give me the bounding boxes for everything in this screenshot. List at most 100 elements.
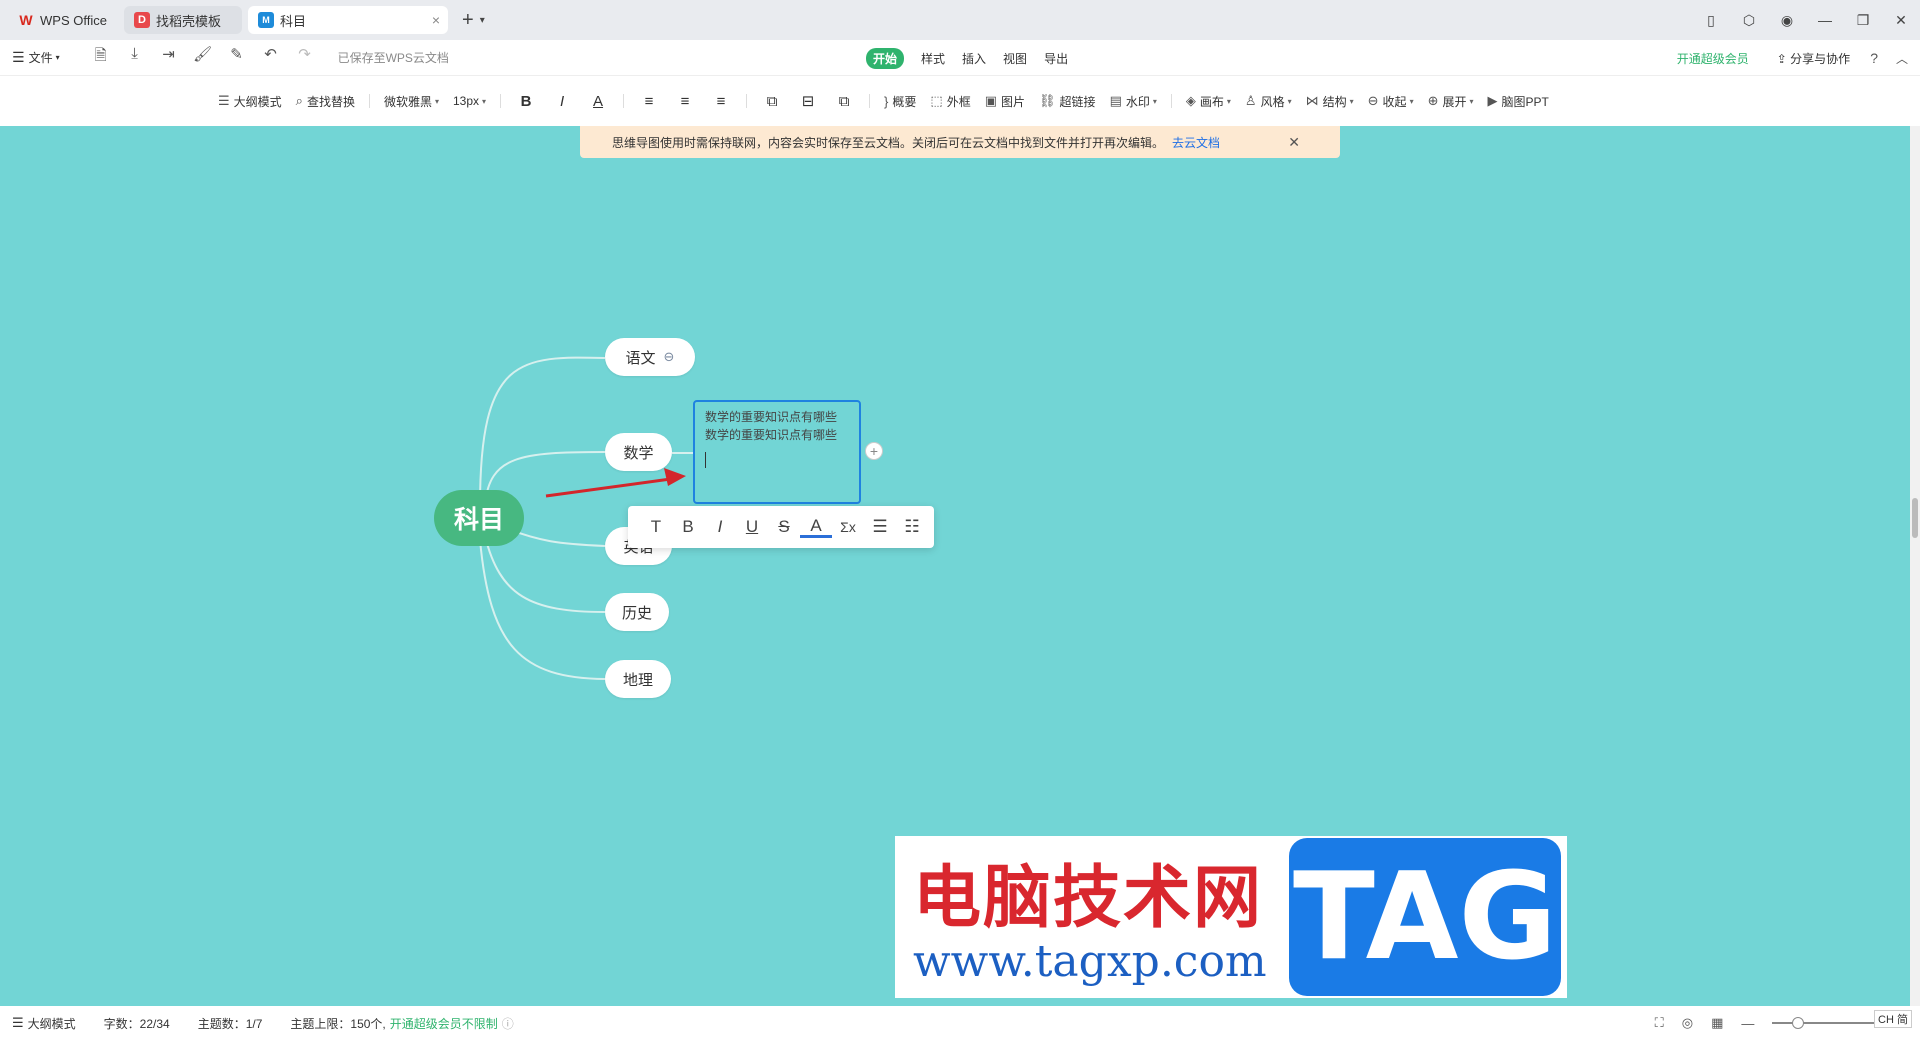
- expand-button[interactable]: ⊕ 展开 ▾: [1428, 93, 1474, 110]
- chevron-down-icon: ▾: [1349, 96, 1354, 106]
- locate-icon[interactable]: ◎: [1682, 1015, 1693, 1031]
- tab-template[interactable]: D 找稻壳模板: [124, 6, 242, 34]
- minus-circle-icon: ⊖: [1367, 93, 1379, 108]
- file-menu[interactable]: ☰ 文件 ▾: [12, 49, 60, 66]
- restore-icon[interactable]: ❐: [1844, 12, 1882, 29]
- map-icon[interactable]: ▦: [1711, 1015, 1723, 1031]
- help-icon[interactable]: ?: [1870, 50, 1878, 66]
- align-left-icon[interactable]: ≡: [638, 93, 660, 110]
- canvas-button[interactable]: ◈ 画布 ▾: [1186, 93, 1231, 110]
- strikethrough-icon[interactable]: S: [768, 517, 800, 537]
- vip-link[interactable]: 开通超级会员: [1677, 50, 1749, 67]
- chevron-down-icon: ▾: [1226, 96, 1231, 106]
- hyperlink-button[interactable]: ⛓ 超链接: [1039, 93, 1096, 110]
- formula-icon[interactable]: Σx: [832, 519, 864, 535]
- font-select[interactable]: 微软雅黑 ▾: [384, 93, 439, 110]
- cube-icon[interactable]: ⬡: [1730, 12, 1768, 29]
- zoom-out-icon[interactable]: —: [1741, 1016, 1754, 1031]
- info-icon[interactable]: ⓘ: [502, 1015, 514, 1032]
- export-icon[interactable]: ⇥: [152, 45, 186, 70]
- text-color-icon[interactable]: A: [800, 516, 832, 538]
- node-lishi[interactable]: 历史: [605, 593, 669, 631]
- outline-mode-button[interactable]: ☰ 大纲模式: [218, 93, 282, 110]
- tab-bar: W WPS Office D 找稻壳模板 M 科目 × + ▾ ▯ ⬡ ◉ — …: [0, 0, 1920, 40]
- share-button[interactable]: ⇪ 分享与协作: [1777, 50, 1850, 67]
- text-style-icon[interactable]: T: [640, 517, 672, 537]
- format-painter-icon[interactable]: 🖌: [186, 45, 220, 70]
- pen-icon[interactable]: ✎: [220, 45, 254, 70]
- frame-button[interactable]: ⬚ 外框: [930, 93, 970, 110]
- insert-child-icon[interactable]: ⧉: [761, 93, 783, 110]
- zoom-knob[interactable]: [1792, 1017, 1805, 1029]
- underline-icon[interactable]: U: [736, 517, 768, 537]
- insert-sibling-icon[interactable]: ⊟: [797, 92, 819, 110]
- connector-yuwen: [479, 356, 606, 507]
- tab-view[interactable]: 视图: [1003, 50, 1027, 67]
- font-size-select[interactable]: 13px ▾: [453, 94, 486, 108]
- summary-button[interactable]: } 概要: [884, 93, 916, 110]
- chevron-down-icon: ▾: [1287, 96, 1292, 106]
- connector-dili: [479, 539, 606, 680]
- vertical-scrollbar[interactable]: [1910, 126, 1920, 1006]
- style-button[interactable]: ♙ 风格 ▾: [1245, 93, 1292, 110]
- vip-unlimited-link[interactable]: 开通超级会员不限制: [390, 1015, 498, 1032]
- link-icon[interactable]: ⊖: [664, 349, 675, 365]
- numbered-list-icon[interactable]: ☷: [896, 517, 928, 537]
- new-tab-button[interactable]: +: [462, 9, 474, 32]
- node-edit-textbox[interactable]: 数学的重要知识点有哪些 数学的重要知识点有哪些: [693, 400, 861, 504]
- tab-mindmap[interactable]: M 科目 ×: [248, 6, 448, 34]
- align-right-icon[interactable]: ≡: [710, 93, 732, 110]
- fit-screen-icon[interactable]: ⛶: [1655, 1015, 1664, 1031]
- font-color-icon[interactable]: A: [587, 93, 609, 110]
- save-icon[interactable]: 🗎: [84, 45, 118, 70]
- collapse-ribbon-icon[interactable]: ︿: [1896, 50, 1908, 67]
- node-dili[interactable]: 地理: [605, 660, 671, 698]
- watermark-button[interactable]: ▤ 水印 ▾: [1110, 93, 1157, 110]
- node-yuwen[interactable]: 语文 ⊖: [605, 338, 695, 376]
- mindmap-ppt-button[interactable]: ▶ 脑图PPT: [1488, 93, 1549, 110]
- find-replace-button[interactable]: ⌕ 查找替换: [296, 93, 355, 110]
- status-outline-mode[interactable]: ☰ 大纲模式: [12, 1015, 76, 1032]
- mindmap-canvas[interactable]: 思维导图使用时需保持联网，内容会实时保存至云文档。关闭后可在云文档中找到文件并打…: [0, 126, 1910, 1006]
- divider: [368, 94, 370, 108]
- insert-parent-icon[interactable]: ⧉: [833, 93, 855, 110]
- layout-icon[interactable]: ▯: [1692, 12, 1730, 29]
- tab-export[interactable]: 导出: [1044, 50, 1068, 67]
- status-outline-label: 大纲模式: [27, 1016, 76, 1031]
- undo-icon[interactable]: ↶: [254, 45, 288, 70]
- redo-icon[interactable]: ↷: [288, 45, 322, 70]
- tab-insert[interactable]: 插入: [962, 50, 986, 67]
- topic-limit: 主题上限：150个, 开通超级会员不限制 ⓘ: [290, 1015, 513, 1032]
- tab-style[interactable]: 样式: [921, 50, 945, 67]
- avatar[interactable]: ◉: [1768, 12, 1806, 29]
- window-close-icon[interactable]: ✕: [1882, 12, 1920, 29]
- italic-icon[interactable]: I: [704, 517, 736, 537]
- connector-lishi: [484, 535, 606, 613]
- add-node-button[interactable]: +: [865, 442, 883, 460]
- node-label: 数学: [623, 444, 654, 462]
- tab-start[interactable]: 开始: [866, 48, 905, 69]
- root-node[interactable]: 科目: [434, 490, 524, 546]
- download-icon[interactable]: ⤓: [118, 45, 152, 70]
- close-icon[interactable]: ×: [432, 12, 440, 28]
- zoom-slider[interactable]: [1772, 1017, 1883, 1029]
- italic-icon[interactable]: I: [551, 93, 573, 110]
- find-replace-label: 查找替换: [306, 94, 355, 109]
- bold-icon[interactable]: B: [672, 517, 704, 537]
- minimize-icon[interactable]: —: [1806, 12, 1844, 28]
- font-value: 微软雅黑: [383, 94, 432, 109]
- scroll-thumb[interactable]: [1912, 498, 1918, 538]
- image-button[interactable]: ▣ 图片: [985, 93, 1025, 110]
- ime-indicator: CH 简: [1874, 1010, 1912, 1028]
- node-shuxue[interactable]: 数学: [605, 433, 672, 471]
- tab-wps-office[interactable]: W WPS Office: [8, 6, 118, 34]
- hamburger-icon: ☰: [12, 49, 25, 65]
- bullet-list-icon[interactable]: ☰: [864, 517, 896, 537]
- bold-icon[interactable]: B: [515, 93, 537, 110]
- collapse-button[interactable]: ⊖ 收起 ▾: [1368, 93, 1414, 110]
- align-center-icon[interactable]: ≡: [674, 93, 696, 110]
- style-label: 风格: [1260, 94, 1285, 109]
- chevron-down-icon[interactable]: ▾: [480, 15, 485, 26]
- structure-button[interactable]: ⋈ 结构 ▾: [1306, 93, 1354, 110]
- structure-icon: ⋈: [1305, 93, 1319, 108]
